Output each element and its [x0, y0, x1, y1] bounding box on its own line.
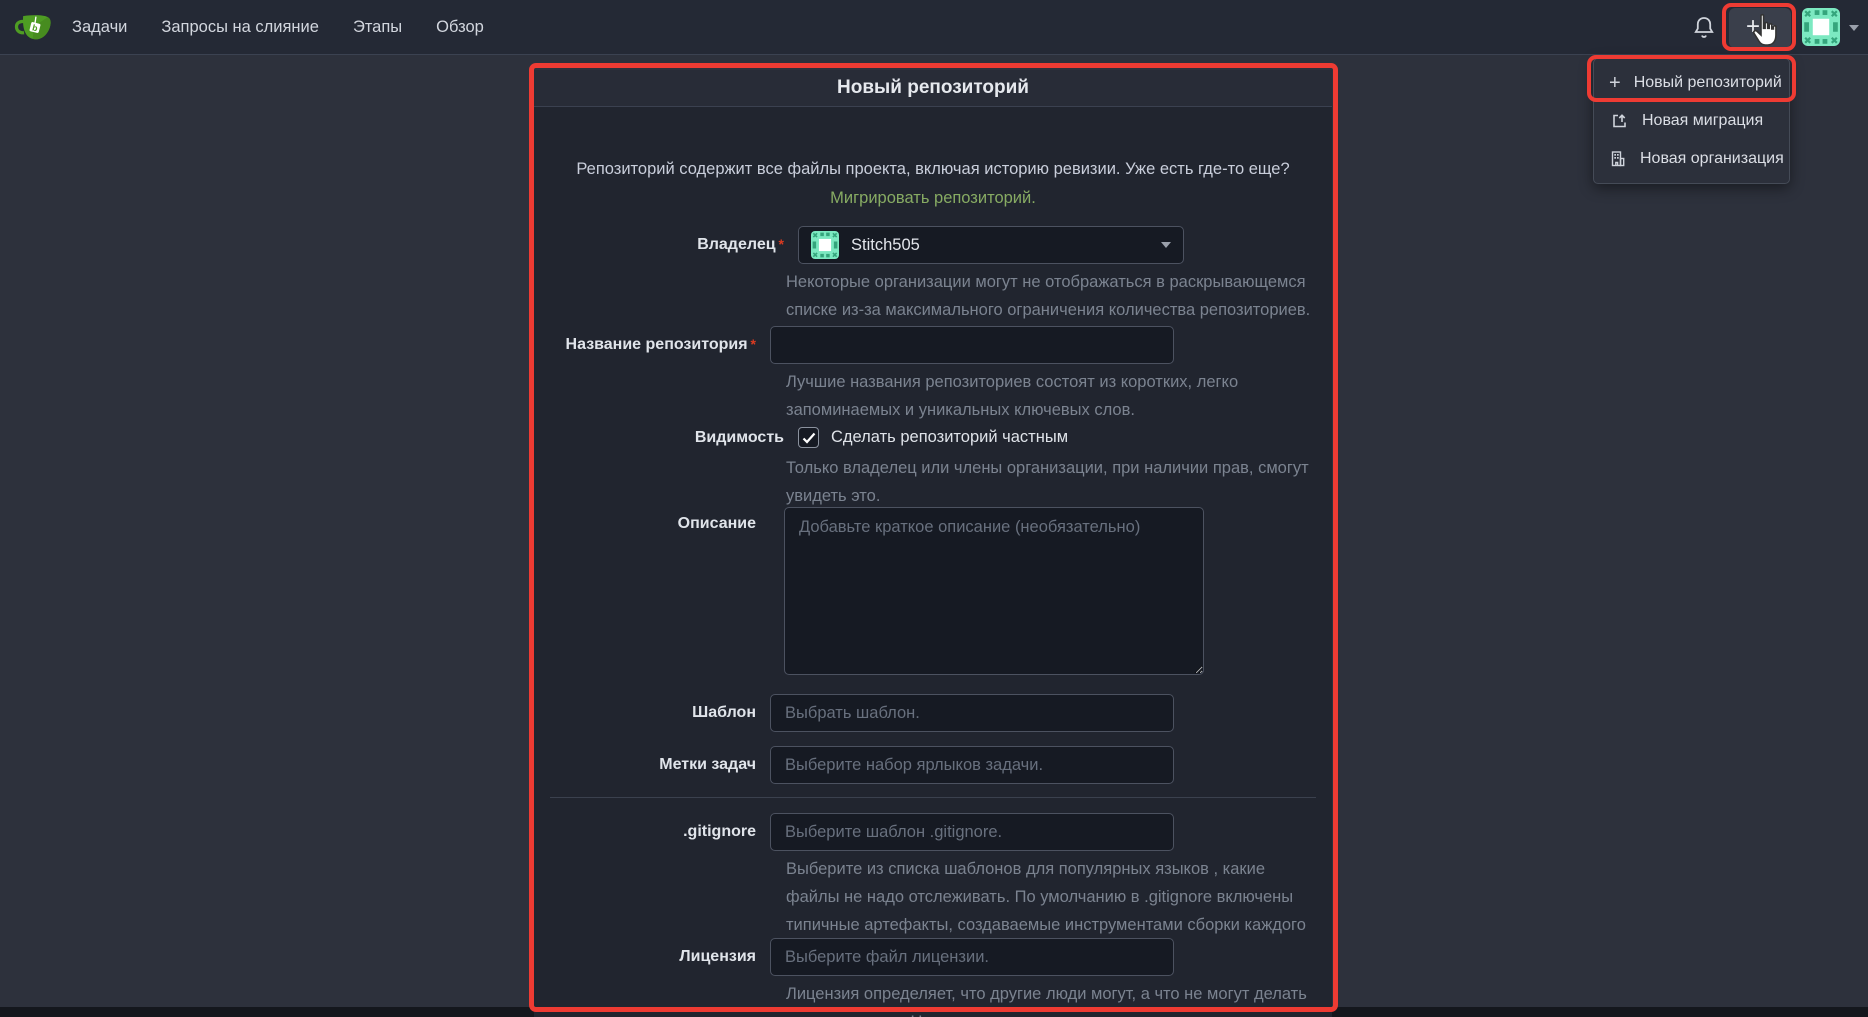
description-label: Описание — [534, 509, 756, 533]
owner-select[interactable]: Stitch505 — [798, 226, 1184, 264]
license-help-text: Лицензия определяет, что другие люди мог… — [786, 980, 1318, 1017]
visibility-label: Видимость — [534, 429, 784, 447]
gitignore-input[interactable] — [770, 813, 1174, 851]
migration-icon — [1609, 112, 1629, 130]
issue-labels-input[interactable] — [770, 746, 1174, 784]
plus-icon: + — [1609, 72, 1621, 95]
visibility-row: Видимость Сделать репозиторий частным — [534, 427, 1332, 448]
new-repository-panel: Новый репозиторий Репозиторий содержит в… — [534, 70, 1332, 1017]
menu-item-new-repository[interactable]: + Новый репозиторий — [1594, 64, 1789, 102]
make-private-label[interactable]: Сделать репозиторий частным — [831, 428, 1068, 447]
gitea-logo-icon[interactable]: b — [14, 9, 56, 47]
repo-name-input[interactable] — [770, 326, 1174, 364]
user-menu-chevron-icon[interactable] — [1849, 25, 1859, 31]
owner-avatar — [811, 231, 839, 259]
nav-item-milestones[interactable]: Этапы — [353, 18, 402, 37]
menu-item-label: Новый репозиторий — [1634, 74, 1782, 92]
chevron-down-icon — [1161, 242, 1171, 248]
section-divider — [550, 797, 1316, 798]
menu-item-label: Новая миграция — [1642, 112, 1763, 130]
gitignore-label: .gitignore — [534, 823, 756, 841]
template-input[interactable] — [770, 694, 1174, 732]
create-new-dropdown: + Новый репозиторий Новая миграция — [1593, 58, 1790, 184]
chevron-down-icon — [1764, 25, 1774, 31]
page-title: Новый репозиторий — [837, 77, 1029, 99]
menu-item-new-organization[interactable]: Новая организация — [1594, 140, 1789, 178]
description-textarea[interactable] — [784, 507, 1204, 675]
license-help-plain: Лицензия определяет, что другие люди мог… — [786, 985, 1307, 1017]
make-private-checkbox[interactable] — [798, 427, 819, 448]
required-asterisk: * — [751, 336, 756, 352]
migrate-repository-link[interactable]: Мигрировать репозиторий. — [830, 189, 1036, 207]
repo-name-row: Название репозитория* — [534, 326, 1332, 364]
owner-row: Владелец* — [534, 226, 1332, 264]
plus-icon: + — [1746, 15, 1760, 39]
intro-plain-text: Репозиторий содержит все файлы проекта, … — [576, 160, 1289, 178]
user-avatar[interactable] — [1802, 8, 1840, 46]
nav-item-explore[interactable]: Обзор — [436, 18, 484, 37]
notifications-bell-icon[interactable] — [1692, 15, 1716, 41]
visibility-help-text: Только владелец или члены организации, п… — [786, 454, 1318, 510]
template-label: Шаблон — [534, 704, 756, 722]
panel-body: Репозиторий содержит все файлы проекта, … — [534, 107, 1332, 1017]
gitignore-row: .gitignore — [534, 813, 1332, 851]
license-row: Лицензия — [534, 938, 1332, 976]
screen: b Задачи Запросы на слияние Этапы Обзор … — [0, 0, 1868, 1017]
license-input[interactable] — [770, 938, 1174, 976]
owner-label: Владелец* — [534, 236, 784, 254]
issue-labels-row: Метки задач — [534, 746, 1332, 784]
top-navbar: b Задачи Запросы на слияние Этапы Обзор … — [0, 0, 1868, 55]
repo-name-help-text: Лучшие названия репозиториев состоят из … — [786, 368, 1318, 424]
issue-labels-label: Метки задач — [534, 756, 756, 774]
create-new-button[interactable]: + — [1729, 8, 1791, 48]
required-asterisk: * — [779, 236, 784, 252]
owner-name: Stitch505 — [851, 236, 1149, 255]
organization-icon — [1609, 150, 1627, 168]
template-row: Шаблон — [534, 694, 1332, 732]
license-label: Лицензия — [534, 948, 756, 966]
nav-item-issues[interactable]: Задачи — [72, 18, 127, 37]
menu-item-new-migration[interactable]: Новая миграция — [1594, 102, 1789, 140]
intro-text: Репозиторий содержит все файлы проекта, … — [554, 155, 1312, 213]
menu-item-label: Новая организация — [1640, 150, 1784, 168]
panel-header: Новый репозиторий — [534, 70, 1332, 107]
repo-name-label: Название репозитория* — [534, 336, 756, 354]
nav-item-pull-requests[interactable]: Запросы на слияние — [161, 18, 319, 37]
owner-help-text: Некоторые организации могут не отображат… — [786, 268, 1318, 324]
navbar-links: Задачи Запросы на слияние Этапы Обзор — [72, 0, 484, 55]
